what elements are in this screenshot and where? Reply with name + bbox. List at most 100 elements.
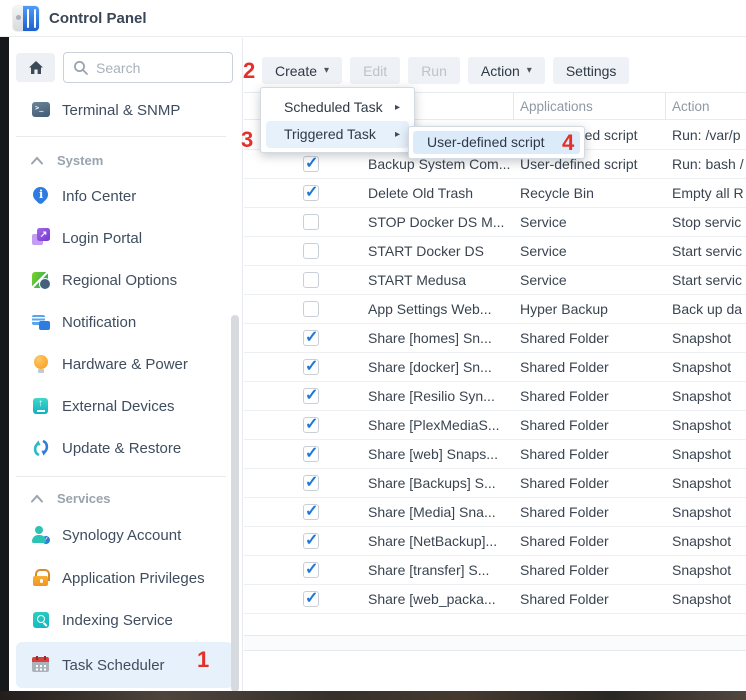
- home-button[interactable]: [16, 53, 55, 82]
- window-titlebar: Control Panel: [0, 0, 746, 37]
- create-dropdown-menu: Scheduled Task ▸ Triggered Task ▸: [260, 87, 415, 153]
- login-portal-icon: [31, 228, 51, 248]
- sidebar-item-external-devices[interactable]: External Devices: [16, 385, 233, 427]
- sidebar-item-update-restore[interactable]: Update & Restore: [16, 427, 233, 469]
- sidebar: Terminal & SNMP System Info Center Login…: [9, 38, 243, 691]
- cell-action: Start servic: [672, 237, 746, 265]
- info-center-icon: [31, 186, 51, 206]
- menu-item-label: Triggered Task: [284, 126, 376, 142]
- row-checkbox[interactable]: [303, 388, 319, 404]
- cell-action: Snapshot: [672, 411, 746, 439]
- row-checkbox[interactable]: [303, 156, 319, 172]
- table-row[interactable]: Share [homes] Sn... Shared Folder Snapsh…: [244, 324, 746, 353]
- menu-item-user-defined-script[interactable]: User-defined script: [413, 131, 580, 154]
- table-row[interactable]: START Docker DS Service Start servic: [244, 237, 746, 266]
- synology-account-icon: [31, 525, 51, 545]
- application-privileges-icon: [31, 568, 51, 588]
- terminal-icon: [31, 100, 51, 120]
- row-checkbox[interactable]: [303, 562, 319, 578]
- cell-action: Run: /var/p: [672, 121, 746, 149]
- column-header-action[interactable]: Action: [665, 93, 746, 120]
- menu-item-triggered-task[interactable]: Triggered Task ▸: [266, 121, 409, 148]
- row-checkbox[interactable]: [303, 475, 319, 491]
- sidebar-item-label: Hardware & Power: [62, 356, 188, 373]
- table-row[interactable]: Share [web] Snaps... Shared Folder Snaps…: [244, 440, 746, 469]
- sidebar-divider: [16, 476, 226, 477]
- table-row[interactable]: Share [NetBackup]... Shared Folder Snaps…: [244, 527, 746, 556]
- sidebar-item-label: Task Scheduler: [62, 657, 165, 674]
- sidebar-item-synology-account[interactable]: Synology Account: [16, 514, 233, 556]
- sidebar-item-label: Login Portal: [62, 230, 142, 247]
- cell-task-name: Share [web] Snaps...: [368, 440, 514, 468]
- row-checkbox[interactable]: [303, 446, 319, 462]
- row-checkbox[interactable]: [303, 417, 319, 433]
- cell-action: Start servic: [672, 266, 746, 294]
- table-row[interactable]: Share [docker] Sn... Shared Folder Snaps…: [244, 353, 746, 382]
- sidebar-item-info-center[interactable]: Info Center: [16, 175, 233, 217]
- cell-task-name: Share [Backups] S...: [368, 469, 514, 497]
- row-checkbox[interactable]: [303, 504, 319, 520]
- row-checkbox[interactable]: [303, 533, 319, 549]
- row-checkbox[interactable]: [303, 214, 319, 230]
- home-icon: [28, 60, 44, 75]
- sidebar-item-label: Indexing Service: [62, 612, 173, 629]
- cell-task-name: Share [transfer] S...: [368, 556, 514, 584]
- sidebar-item-label: Application Privileges: [62, 570, 205, 587]
- cell-applications: Recycle Bin: [520, 179, 666, 207]
- table-row[interactable]: Share [web_packa... Shared Folder Snapsh…: [244, 585, 746, 614]
- cell-action: Run: bash /: [672, 150, 746, 178]
- table-row[interactable]: Share [Backups] S... Shared Folder Snaps…: [244, 469, 746, 498]
- table-row[interactable]: START Medusa Service Start servic: [244, 266, 746, 295]
- row-checkbox[interactable]: [303, 272, 319, 288]
- table-row[interactable]: Share [Resilio Syn... Shared Folder Snap…: [244, 382, 746, 411]
- cell-applications: Shared Folder: [520, 324, 666, 352]
- cell-applications: Shared Folder: [520, 527, 666, 555]
- menu-item-label: Scheduled Task: [284, 99, 383, 115]
- table-row[interactable]: STOP Docker DS M... Service Stop servic: [244, 208, 746, 237]
- row-checkbox[interactable]: [303, 591, 319, 607]
- sidebar-item-indexing-service[interactable]: Indexing Service: [16, 599, 233, 641]
- table-row[interactable]: Share [Media] Sna... Shared Folder Snaps…: [244, 498, 746, 527]
- row-checkbox[interactable]: [303, 243, 319, 259]
- cell-action: Snapshot: [672, 324, 746, 352]
- column-header-applications[interactable]: Applications: [513, 93, 665, 120]
- run-button[interactable]: Run: [408, 57, 460, 84]
- row-checkbox[interactable]: [303, 301, 319, 317]
- sidebar-item-terminal-snmp[interactable]: Terminal & SNMP: [16, 89, 233, 131]
- row-checkbox[interactable]: [303, 330, 319, 346]
- section-title: System: [57, 153, 103, 168]
- cell-task-name: Share [Resilio Syn...: [368, 382, 514, 410]
- chevron-right-icon: ▸: [395, 121, 400, 148]
- menu-item-scheduled-task[interactable]: Scheduled Task ▸: [266, 94, 409, 121]
- sidebar-item-application-privileges[interactable]: Application Privileges: [16, 557, 233, 599]
- settings-button[interactable]: Settings: [553, 57, 630, 84]
- sidebar-section-services[interactable]: Services: [16, 486, 226, 510]
- sidebar-item-hardware-power[interactable]: Hardware & Power: [16, 343, 233, 385]
- action-button[interactable]: Action ▾: [468, 57, 545, 84]
- table-row[interactable]: Delete Old Trash Recycle Bin Empty all R: [244, 179, 746, 208]
- row-checkbox[interactable]: [303, 359, 319, 375]
- table-row[interactable]: Share [transfer] S... Shared Folder Snap…: [244, 556, 746, 585]
- cell-action: Snapshot: [672, 556, 746, 584]
- toolbar: Create ▾ Edit Run Action ▾ Settings: [262, 57, 629, 84]
- table-row[interactable]: App Settings Web... Hyper Backup Back up…: [244, 295, 746, 324]
- cell-task-name: Share [web_packa...: [368, 585, 514, 613]
- chevron-up-icon: [30, 156, 44, 165]
- triggered-task-submenu: User-defined script: [408, 126, 585, 159]
- sidebar-scrollbar-thumb[interactable]: [231, 315, 239, 692]
- sidebar-item-notification[interactable]: Notification: [16, 301, 233, 343]
- cell-task-name: Share [docker] Sn...: [368, 353, 514, 381]
- cell-action: Snapshot: [672, 585, 746, 613]
- sidebar-item-regional-options[interactable]: Regional Options: [16, 259, 233, 301]
- cell-action: Snapshot: [672, 527, 746, 555]
- sidebar-item-login-portal[interactable]: Login Portal: [16, 217, 233, 259]
- row-checkbox[interactable]: [303, 185, 319, 201]
- table-row[interactable]: Share [PlexMediaS... Shared Folder Snaps…: [244, 411, 746, 440]
- edit-button[interactable]: Edit: [350, 57, 400, 84]
- create-button[interactable]: Create ▾: [262, 57, 342, 84]
- indexing-service-icon: [31, 610, 51, 630]
- update-restore-icon: [31, 438, 51, 458]
- sidebar-section-system[interactable]: System: [16, 148, 226, 172]
- sidebar-item-label: Info Center: [62, 188, 136, 205]
- cell-task-name: Share [NetBackup]...: [368, 527, 514, 555]
